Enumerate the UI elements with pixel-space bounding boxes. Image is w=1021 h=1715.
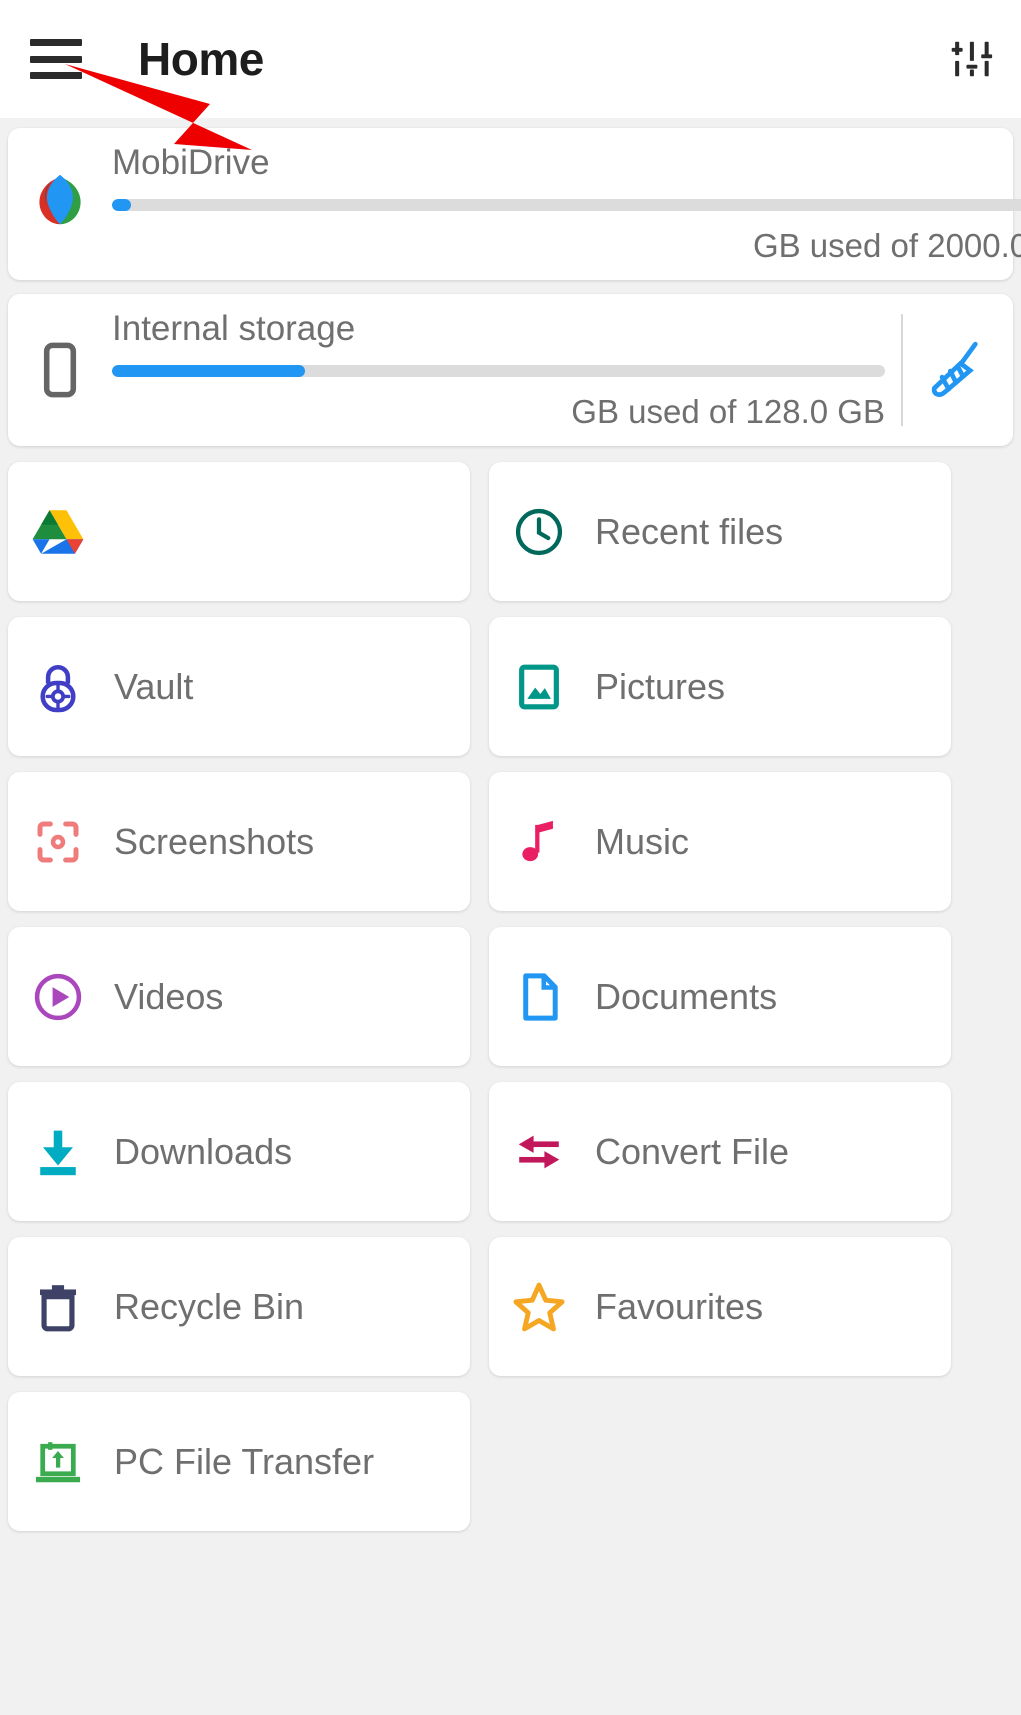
trash-bin-icon bbox=[28, 1277, 88, 1337]
convert-arrows-icon bbox=[509, 1122, 569, 1182]
tile-label: Convert File bbox=[595, 1130, 790, 1172]
tile-label: Downloads bbox=[114, 1130, 293, 1172]
storage-progress-fill bbox=[112, 199, 132, 211]
tile-label: PC File Transfer bbox=[114, 1440, 375, 1482]
tile-music[interactable]: Music bbox=[489, 772, 951, 911]
shortcut-tile-grid: Recent files Vault Pictures Screenshots … bbox=[0, 462, 1021, 1531]
app-header: Home bbox=[0, 0, 1021, 118]
app-root: Home MobiDrive GB used of 2000.0 Interna… bbox=[0, 0, 1021, 1715]
storage-info: Internal storage GB used of 128.0 GB bbox=[112, 309, 885, 431]
tile-label: Screenshots bbox=[114, 820, 315, 862]
tile-label: Favourites bbox=[595, 1285, 764, 1327]
storage-name: MobiDrive bbox=[112, 143, 270, 182]
pc-transfer-icon bbox=[28, 1432, 88, 1492]
page-title: Home bbox=[138, 33, 264, 85]
tile-label: Documents bbox=[595, 975, 778, 1017]
phone-icon bbox=[22, 332, 98, 408]
tile-favourites[interactable]: Favourites bbox=[489, 1237, 951, 1376]
music-note-icon bbox=[509, 812, 569, 872]
storage-info: MobiDrive GB used of 2000.0 GB bbox=[112, 143, 1021, 265]
tile-convert-file[interactable]: Convert File bbox=[489, 1082, 951, 1221]
mobidrive-logo-icon bbox=[22, 166, 98, 242]
tile-label: Recycle Bin bbox=[114, 1285, 305, 1327]
hamburger-menu-icon[interactable] bbox=[30, 39, 82, 79]
tile-pictures[interactable]: Pictures bbox=[489, 617, 951, 756]
hamburger-bar bbox=[30, 72, 82, 79]
tile-videos[interactable]: Videos bbox=[8, 927, 470, 1066]
tile-vault[interactable]: Vault bbox=[8, 617, 470, 756]
play-circle-icon bbox=[28, 967, 88, 1027]
tile-recycle-bin[interactable]: Recycle Bin bbox=[8, 1237, 470, 1376]
tile-google-drive[interactable] bbox=[8, 462, 470, 601]
tile-recent-files[interactable]: Recent files bbox=[489, 462, 951, 601]
tile-pc-file-transfer[interactable]: PC File Transfer bbox=[8, 1392, 470, 1531]
storage-usage-text: GB used of 2000.0 GB bbox=[752, 227, 1021, 264]
tile-label: Recent files bbox=[595, 510, 784, 552]
clock-icon bbox=[509, 502, 569, 562]
screenshot-frame-icon bbox=[28, 812, 88, 872]
star-icon bbox=[509, 1277, 569, 1337]
tile-screenshots[interactable]: Screenshots bbox=[8, 772, 470, 911]
storage-card-internal[interactable]: Internal storage GB used of 128.0 GB bbox=[8, 294, 1013, 446]
download-arrow-icon bbox=[28, 1122, 88, 1182]
storage-card-mobidrive[interactable]: MobiDrive GB used of 2000.0 GB bbox=[8, 128, 1021, 280]
hamburger-bar bbox=[30, 55, 82, 63]
storage-progress-fill bbox=[112, 365, 306, 377]
tile-label: Videos bbox=[114, 975, 224, 1017]
picture-icon bbox=[509, 657, 569, 717]
tile-label: Pictures bbox=[595, 665, 726, 707]
document-file-icon bbox=[509, 967, 569, 1027]
storage-name: Internal storage bbox=[112, 309, 356, 348]
tile-documents[interactable]: Documents bbox=[489, 927, 951, 1066]
tile-label: Music bbox=[595, 820, 690, 862]
storage-usage-text: GB used of 128.0 GB bbox=[571, 393, 885, 430]
broom-clean-icon[interactable] bbox=[903, 320, 1013, 420]
tile-downloads[interactable]: Downloads bbox=[8, 1082, 470, 1221]
storage-progress-bar bbox=[112, 199, 1021, 211]
hamburger-bar bbox=[30, 39, 82, 46]
padlock-icon bbox=[28, 657, 88, 717]
tune-sliders-icon[interactable] bbox=[949, 36, 995, 82]
google-drive-icon bbox=[28, 502, 88, 562]
tile-label: Vault bbox=[114, 665, 194, 707]
storage-progress-bar bbox=[112, 365, 885, 377]
tile-placeholder-empty bbox=[489, 1392, 951, 1531]
